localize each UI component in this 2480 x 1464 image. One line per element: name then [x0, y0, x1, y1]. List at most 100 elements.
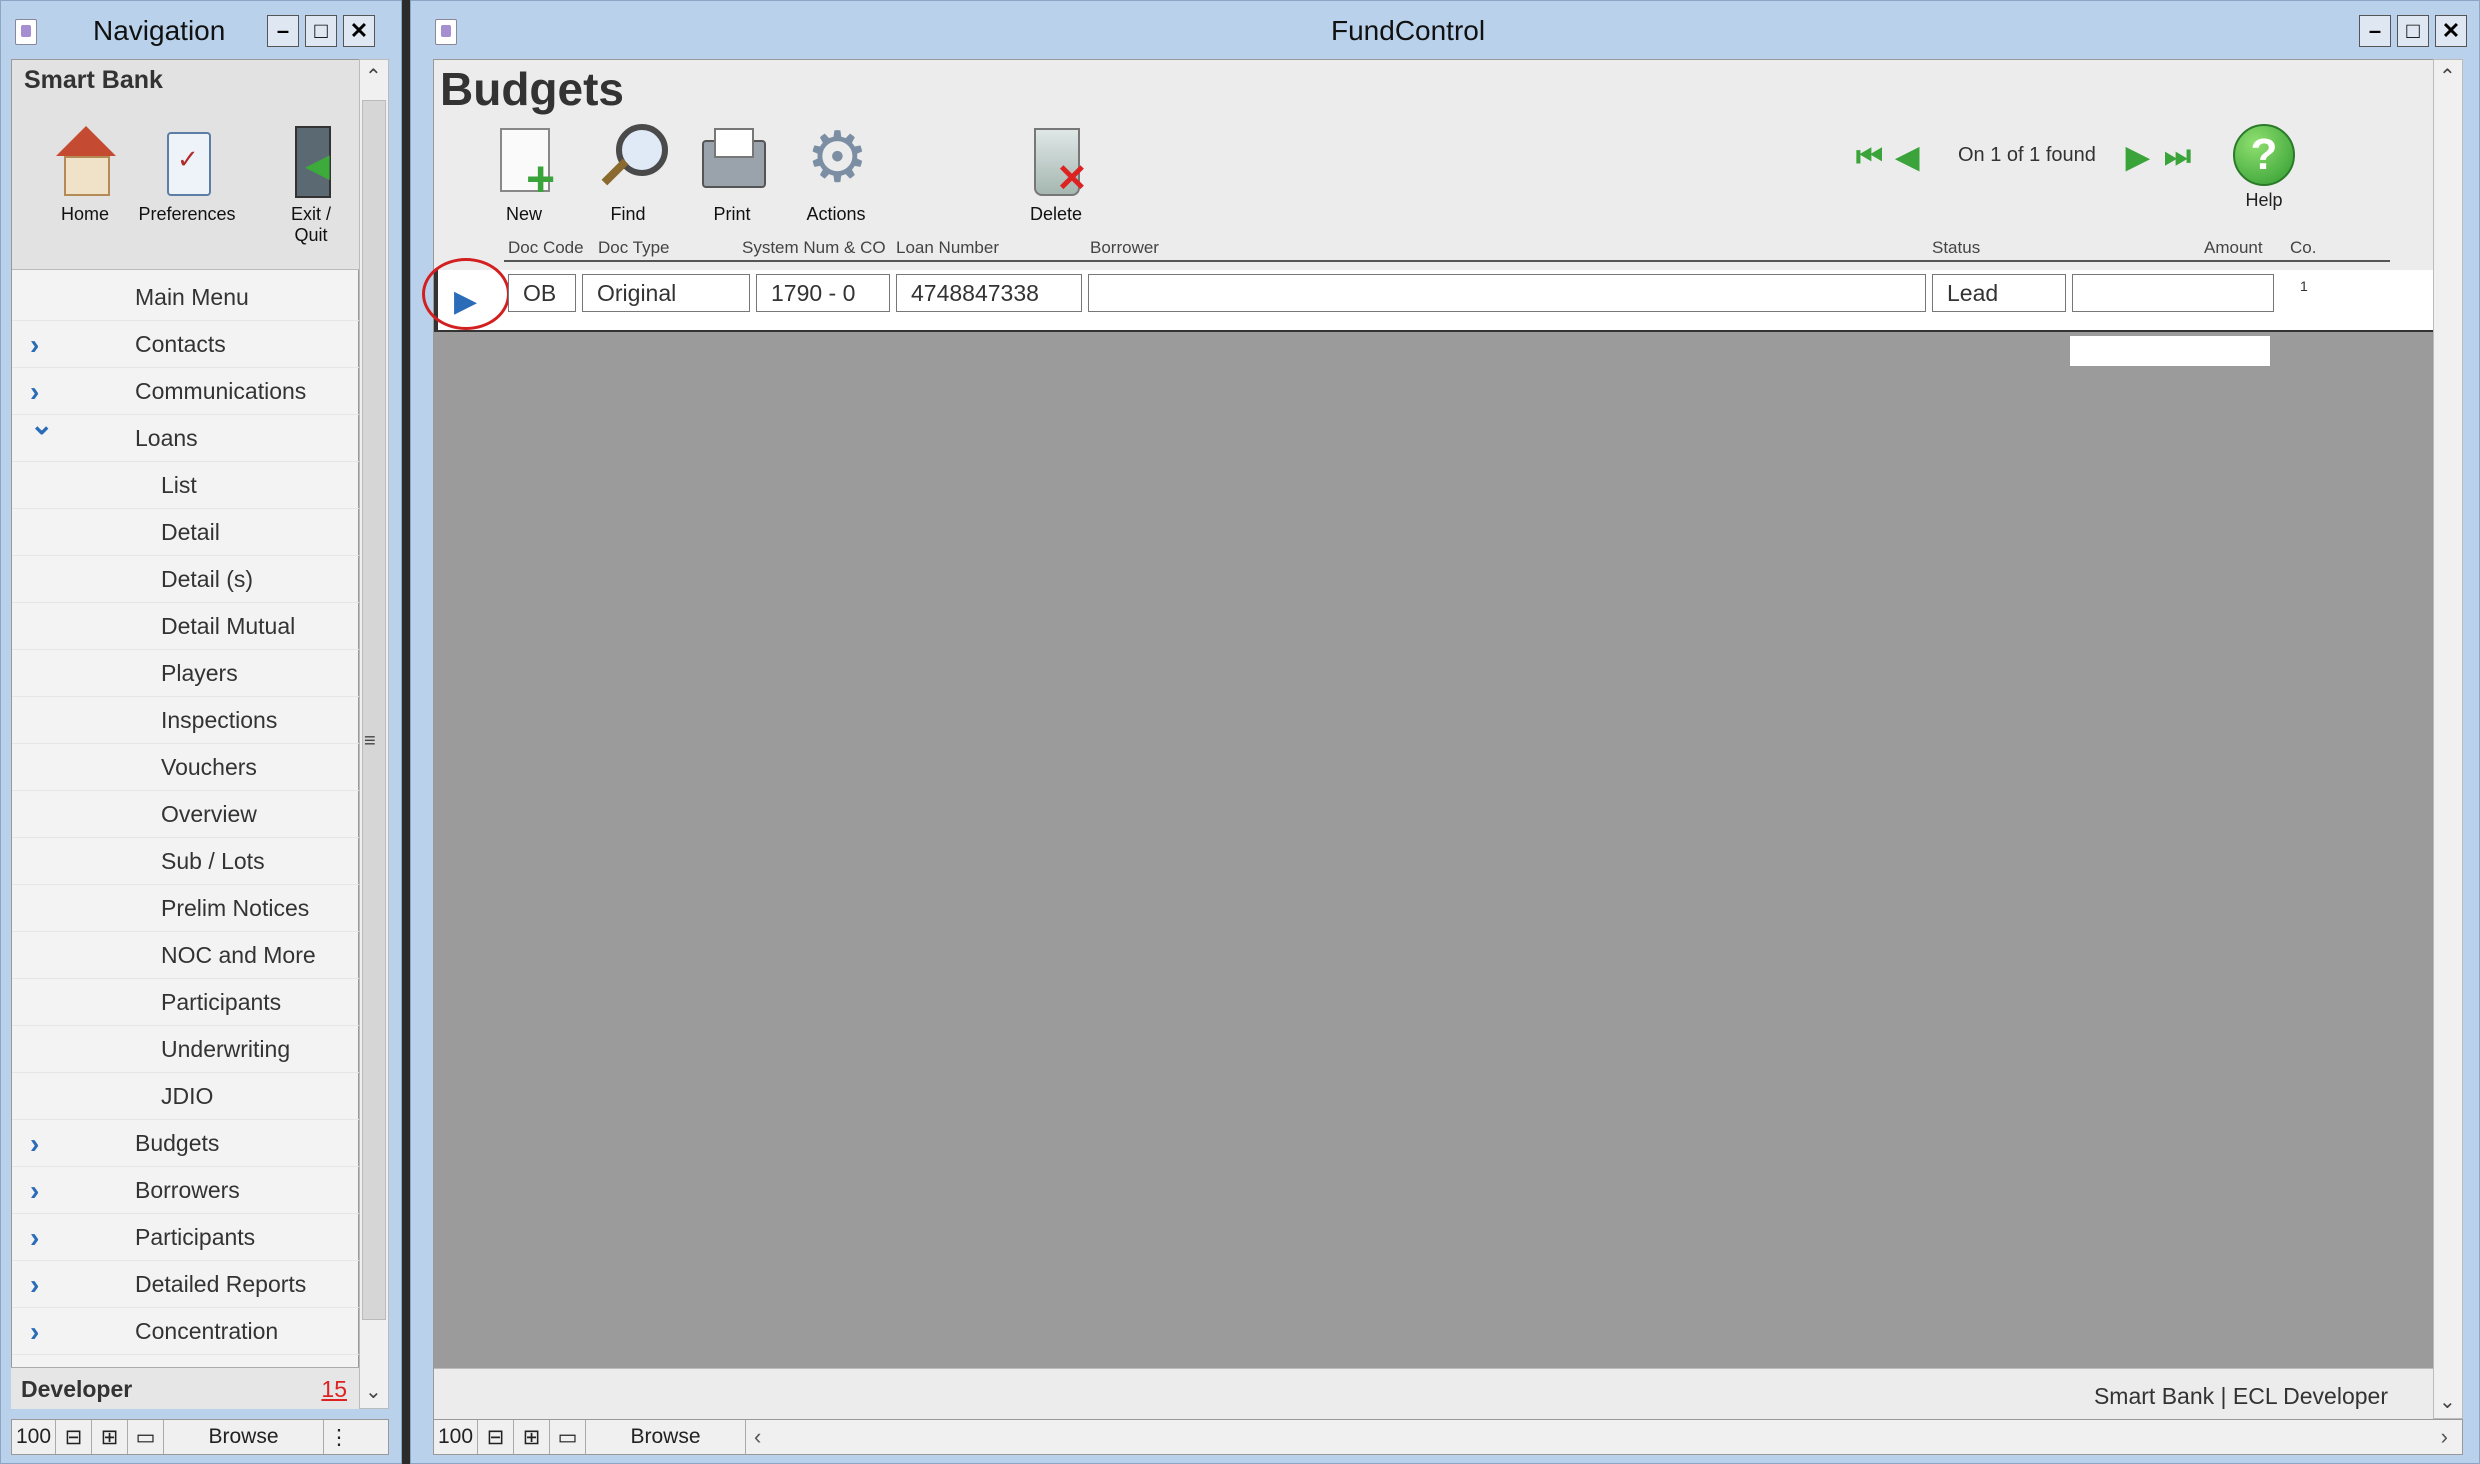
- status-field[interactable]: Lead: [1932, 274, 2066, 312]
- nav-item-detail[interactable]: Detail: [12, 509, 360, 556]
- layout-toggle-icon[interactable]: ▭: [128, 1420, 164, 1454]
- nav-item-underwriting[interactable]: Underwriting: [12, 1026, 360, 1073]
- scroll-down-icon[interactable]: ⌄: [2439, 1389, 2456, 1414]
- zoom-in-icon[interactable]: ⊞: [514, 1420, 550, 1454]
- horizontal-scrollbar[interactable]: ‹ ›: [746, 1420, 2462, 1454]
- fundcontrol-window: FundControl – □ ✕ Budgets New Find Print: [410, 0, 2480, 1464]
- preferences-label: Preferences: [138, 204, 236, 224]
- company-name: Smart Bank: [24, 66, 163, 94]
- chevron-right-icon[interactable]: ›: [30, 1318, 58, 1346]
- scroll-down-icon[interactable]: ⌄: [365, 1379, 382, 1404]
- first-record-icon[interactable]: ⏮: [1856, 140, 1883, 174]
- app-icon: [15, 19, 37, 45]
- new-button[interactable]: New: [474, 124, 574, 225]
- maximize-button[interactable]: □: [2397, 15, 2429, 47]
- print-label: Print: [713, 204, 751, 224]
- nav-item-overview[interactable]: Overview: [12, 791, 360, 838]
- previous-record-icon[interactable]: ◀: [1896, 140, 1919, 175]
- printer-icon: [696, 124, 768, 200]
- developer-count-link[interactable]: 15: [321, 1376, 347, 1403]
- actions-button[interactable]: Actions: [786, 116, 886, 225]
- summary-field[interactable]: [2070, 336, 2270, 366]
- scroll-left-icon[interactable]: ‹: [754, 1424, 761, 1450]
- nav-item-concentration[interactable]: › Concentration: [12, 1308, 360, 1355]
- zoom-out-icon[interactable]: ⊟: [56, 1420, 92, 1454]
- nav-item-sub-lots[interactable]: Sub / Lots: [12, 838, 360, 885]
- chevron-right-icon[interactable]: ›: [30, 1271, 58, 1299]
- mode-selector[interactable]: Browse: [164, 1420, 324, 1454]
- window-splitter[interactable]: [402, 0, 410, 1464]
- chevron-right-icon[interactable]: ›: [30, 1130, 58, 1158]
- doc-type-field[interactable]: Original: [582, 274, 750, 312]
- nav-item-participants[interactable]: Participants: [12, 979, 360, 1026]
- home-button[interactable]: Home: [30, 126, 140, 225]
- exit-label: Exit /: [290, 204, 331, 224]
- nav-item-label: List: [161, 471, 197, 498]
- main-scrollbar[interactable]: ⌃ ⌄: [2433, 59, 2463, 1419]
- last-record-icon[interactable]: ⏭: [2164, 140, 2191, 174]
- next-record-icon[interactable]: ▶: [2126, 140, 2149, 175]
- developer-label: Developer: [21, 1376, 133, 1402]
- chevron-right-icon[interactable]: ›: [30, 1177, 58, 1205]
- minimize-button[interactable]: –: [267, 15, 299, 47]
- row-arrow-icon[interactable]: ▶: [454, 284, 477, 319]
- nav-statusbar: 100 ⊟ ⊞ ▭ Browse ⋮: [11, 1419, 389, 1455]
- nav-item-detail-mutual[interactable]: Detail Mutual: [12, 603, 360, 650]
- nav-item-list[interactable]: List: [12, 462, 360, 509]
- zoom-out-icon[interactable]: ⊟: [478, 1420, 514, 1454]
- nav-scrollbar[interactable]: ⌃ ≡ ⌄: [359, 59, 389, 1409]
- preferences-button[interactable]: Preferences: [132, 126, 242, 225]
- zoom-level[interactable]: 100: [434, 1420, 478, 1454]
- col-co: Co.: [2290, 238, 2317, 257]
- scroll-thumb[interactable]: [362, 100, 386, 1320]
- borrower-field[interactable]: [1088, 274, 1926, 312]
- nav-item-detail-s[interactable]: Detail (s): [12, 556, 360, 603]
- nav-item-prelim-notices[interactable]: Prelim Notices: [12, 885, 360, 932]
- nav-item-contacts[interactable]: › Contacts: [12, 321, 360, 368]
- nav-item-noc-and-more[interactable]: NOC and More: [12, 932, 360, 979]
- scroll-up-icon[interactable]: ⌃: [365, 64, 382, 89]
- nav-item-participants[interactable]: › Participants: [12, 1214, 360, 1261]
- nav-item-communications[interactable]: › Communications: [12, 368, 360, 415]
- mode-selector[interactable]: Browse: [586, 1420, 746, 1454]
- nav-item-players[interactable]: Players: [12, 650, 360, 697]
- zoom-in-icon[interactable]: ⊞: [92, 1420, 128, 1454]
- layout-toggle-icon[interactable]: ▭: [550, 1420, 586, 1454]
- nav-item-main-menu[interactable]: Main Menu: [12, 274, 360, 321]
- find-button[interactable]: Find: [578, 124, 678, 225]
- minimize-button[interactable]: –: [2359, 15, 2391, 47]
- nav-item-loans[interactable]: ⌄ Loans: [12, 411, 360, 462]
- doc-code-field[interactable]: OB: [508, 274, 576, 312]
- delete-label: Delete: [1029, 204, 1083, 224]
- chevron-right-icon[interactable]: ›: [30, 1224, 58, 1252]
- scroll-right-icon[interactable]: ›: [2441, 1424, 2448, 1450]
- scroll-up-icon[interactable]: ⌃: [2439, 64, 2456, 89]
- delete-button[interactable]: Delete: [1006, 124, 1106, 225]
- system-num-field[interactable]: 1790 - 0: [756, 274, 890, 312]
- col-amount: Amount: [2204, 238, 2263, 257]
- close-button[interactable]: ✕: [343, 15, 375, 47]
- nav-item-borrowers[interactable]: › Borrowers: [12, 1167, 360, 1214]
- close-button[interactable]: ✕: [2435, 15, 2467, 47]
- home-icon: [52, 126, 118, 198]
- print-button[interactable]: Print: [682, 124, 782, 225]
- help-button[interactable]: ? Help: [2214, 124, 2314, 211]
- nav-item-budgets[interactable]: › Budgets: [12, 1120, 360, 1167]
- nav-item-vouchers[interactable]: Vouchers: [12, 744, 360, 791]
- main-statusbar: 100 ⊟ ⊞ ▭ Browse ‹ ›: [433, 1419, 2463, 1455]
- exit-icon: [281, 126, 341, 198]
- chevron-right-icon[interactable]: ›: [30, 331, 58, 359]
- nav-item-jdio[interactable]: JDIO: [12, 1073, 360, 1120]
- amount-field[interactable]: [2072, 274, 2274, 312]
- trash-icon: [1020, 124, 1092, 201]
- zoom-level[interactable]: 100: [12, 1420, 56, 1454]
- nav-item-inspections[interactable]: Inspections: [12, 697, 360, 744]
- maximize-button[interactable]: □: [305, 15, 337, 47]
- chevron-right-icon[interactable]: ›: [30, 378, 58, 406]
- nav-item-detailed-reports[interactable]: › Detailed Reports: [12, 1261, 360, 1308]
- resize-grip-icon[interactable]: ⋮: [324, 1420, 354, 1454]
- loan-number-field[interactable]: 4748847338: [896, 274, 1082, 312]
- nav-item-label: Underwriting: [161, 1035, 291, 1062]
- exit-button[interactable]: Exit / Quit: [276, 126, 346, 246]
- chevron-down-icon[interactable]: ⌄: [30, 411, 58, 439]
